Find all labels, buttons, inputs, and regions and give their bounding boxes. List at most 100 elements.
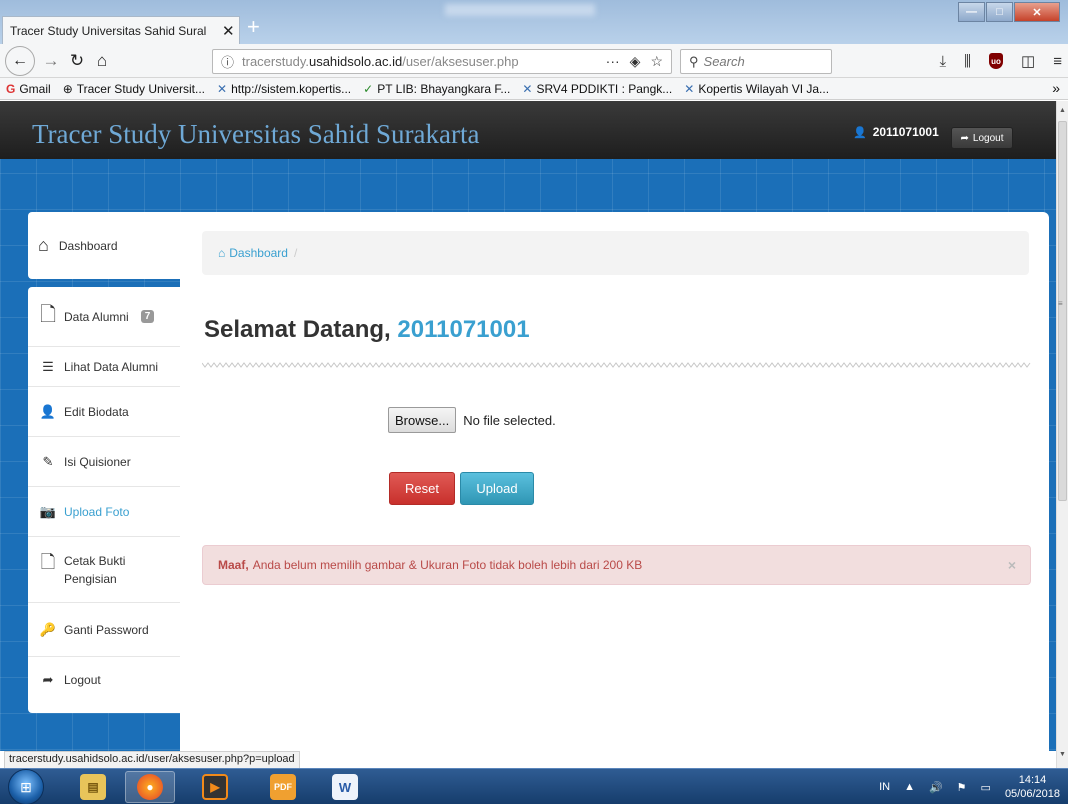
site-header: Tracer Study Universitas Sahid Surakarta…	[0, 101, 1056, 159]
bookmark-label: Tracer Study Universit...	[76, 81, 206, 96]
search-icon: ⚲	[689, 53, 699, 69]
sidebar-item-lihat-data-alumni[interactable]: ☰ Lihat Data Alumni	[28, 347, 180, 387]
ublock-icon[interactable]: uo	[989, 53, 1004, 69]
taskbar-pdf[interactable]: PDF	[258, 771, 308, 803]
status-url: tracerstudy.usahidsolo.ac.id/user/aksesu…	[4, 751, 300, 768]
kopertis-icon: ✕	[217, 81, 228, 96]
action-center-icon[interactable]: ▭	[981, 781, 991, 794]
sidebar-toggle-icon[interactable]: ◫	[1021, 52, 1035, 70]
titlebar-blur	[445, 4, 595, 16]
download-icon[interactable]: ⤓	[940, 53, 947, 70]
language-indicator[interactable]: IN	[879, 781, 890, 793]
bookmark-item[interactable]: ✕ SRV4 PDDIKTI : Pangk...	[522, 82, 672, 96]
browse-button[interactable]: Browse...	[388, 407, 457, 433]
library-icon[interactable]: ⫼	[964, 53, 971, 70]
breadcrumb-dashboard-link[interactable]: ⌂ Dashboard	[218, 246, 288, 260]
tab-close-icon[interactable]: ✕	[222, 22, 235, 40]
scroll-grip-icon: ≡	[1058, 299, 1063, 308]
sidebar-menu: 🗋 Data Alumni 7 ☰ Lihat Data Alumni 👤 Ed…	[28, 287, 180, 713]
bookmark-item[interactable]: ✕ http://sistem.kopertis...	[217, 82, 351, 96]
bookmark-label: PT LIB: Bhayangkara F...	[377, 81, 511, 96]
search-placeholder: Search	[703, 54, 745, 69]
bookmark-star-icon[interactable]: ☆	[650, 53, 663, 70]
taskbar-firefox[interactable]: ●	[125, 771, 175, 803]
reset-button[interactable]: Reset	[389, 472, 455, 505]
folder-icon: ▤	[80, 774, 106, 800]
list-icon: ☰	[42, 358, 54, 374]
sidebar-item-upload-foto[interactable]: 📷 Upload Foto	[28, 487, 180, 537]
network-icon[interactable]: ⚑	[957, 781, 967, 794]
sidebar-item-label: Edit Biodata	[64, 404, 129, 419]
toolbar-right: ⤓ ⫼ uo ◫ ≡	[940, 52, 1063, 71]
taskbar-explorer[interactable]: ▤	[68, 771, 118, 803]
sidebar-item-label: Isi Quisioner	[64, 454, 131, 469]
taskbar-word[interactable]: W	[320, 771, 370, 803]
url-domain: usahidsolo.ac.id	[308, 54, 403, 69]
volume-icon[interactable]: 🔊	[929, 781, 943, 794]
pdf-icon: PDF	[270, 774, 296, 800]
alert-message: Anda belum memilih gambar & Ukuran Foto …	[252, 558, 643, 572]
scrollbar-thumb[interactable]	[1058, 121, 1067, 501]
bookmark-label: http://sistem.kopertis...	[231, 81, 352, 96]
bookmark-item[interactable]: ✕ Kopertis Wilayah VI Ja...	[684, 82, 829, 96]
sidebar-item-data-alumni[interactable]: 🗋 Data Alumni 7	[28, 287, 180, 347]
sidebar-item-ganti-password[interactable]: 🔑 Ganti Password	[28, 603, 180, 657]
close-icon[interactable]: ×	[1008, 557, 1016, 573]
sidebar-item-edit-biodata[interactable]: 👤 Edit Biodata	[28, 387, 180, 437]
page-scrollbar[interactable]: ▲ ≡ ▼	[1056, 101, 1068, 768]
clock[interactable]: 14:14 05/06/2018	[1005, 773, 1060, 801]
scroll-down-icon[interactable]: ▼	[1059, 751, 1066, 758]
site-info-icon[interactable]: ⓘ	[221, 52, 234, 71]
url-actions: ··· ◈ ☆	[606, 53, 663, 70]
bookmark-item[interactable]: G Gmail	[6, 82, 51, 96]
menu-icon[interactable]: ≡	[1053, 53, 1062, 70]
sidebar-item-logout[interactable]: ➦ Logout	[28, 657, 180, 703]
close-window-button[interactable]: ✕	[1014, 2, 1060, 22]
runner-icon: ✓	[363, 81, 374, 96]
clock-time: 14:14	[1018, 774, 1047, 786]
search-input[interactable]: ⚲ Search	[680, 49, 832, 74]
new-tab-button[interactable]: +	[247, 16, 260, 38]
url-bar[interactable]: ⓘ tracerstudy.usahidsolo.ac.id/user/akse…	[212, 49, 672, 74]
main-panel: ⌂ Dashboard / Selamat Datang, 2011071001…	[180, 212, 1049, 751]
sidebar: ⌂ Dashboard 🗋 Data Alumni 7 ☰ Lihat Data…	[28, 212, 180, 713]
logout-button[interactable]: ➦ Logout	[951, 127, 1013, 149]
current-user[interactable]: 👤 2011071001	[853, 125, 939, 139]
reload-icon: ↻	[69, 51, 85, 70]
sidebar-item-dashboard[interactable]: ⌂ Dashboard	[28, 212, 180, 279]
forward-button[interactable]: →	[40, 49, 62, 73]
maximize-button[interactable]: □	[986, 2, 1013, 22]
divider	[202, 362, 1031, 368]
taskbar-media-player[interactable]: ▶	[190, 771, 240, 803]
tray-expand-icon[interactable]: ▲	[904, 781, 915, 793]
page-actions-icon[interactable]: ···	[606, 53, 620, 70]
pocket-icon[interactable]: ◈	[630, 53, 641, 70]
bookmarks-bar: G Gmail ⊕ Tracer Study Universit... ✕ http:…	[0, 78, 1068, 100]
key-icon: 🔑	[39, 621, 57, 637]
url-path: /user/aksesuser.php	[402, 54, 519, 69]
sidebar-item-label: Lihat Data Alumni	[64, 359, 159, 374]
breadcrumb: ⌂ Dashboard /	[202, 231, 1029, 275]
welcome-prefix: Selamat Datang,	[204, 316, 391, 343]
start-button[interactable]: ⊞	[8, 769, 44, 804]
bookmark-item[interactable]: ✓ PT LIB: Bhayangkara F...	[363, 82, 510, 96]
sidebar-item-isi-quisioner[interactable]: ✎ Isi Quisioner	[28, 437, 180, 487]
tab-title: Tracer Study Universitas Sahid Sural	[10, 23, 207, 38]
site-title[interactable]: Tracer Study Universitas Sahid Surakarta	[32, 119, 479, 150]
home-button[interactable]: ⌂	[90, 49, 114, 73]
share-icon: ➦	[42, 672, 54, 687]
bookmark-item[interactable]: ⊕ Tracer Study Universit...	[63, 82, 205, 96]
bookmarks-overflow-icon[interactable]: »	[1052, 80, 1060, 96]
sidebar-item-cetak-bukti[interactable]: 🗋 Cetak Bukti Pengisian	[28, 537, 180, 603]
scroll-up-icon[interactable]: ▲	[1059, 107, 1066, 114]
bookmark-label: SRV4 PDDIKTI : Pangk...	[536, 81, 673, 96]
browser-tab[interactable]: Tracer Study Universitas Sahid Sural ✕	[2, 16, 240, 44]
reload-button[interactable]: ↻	[66, 49, 88, 73]
minimize-button[interactable]: —	[958, 2, 985, 22]
url-text[interactable]: tracerstudy.usahidsolo.ac.id/user/aksesu…	[242, 54, 572, 69]
document-icon: 🗋	[40, 552, 56, 572]
back-button[interactable]: ←	[5, 46, 35, 76]
alert-title: Maaf,	[218, 558, 249, 572]
browser-navbar: ← → ↻ ⌂ ⓘ tracerstudy.usahidsolo.ac.id/u…	[0, 44, 1068, 78]
upload-button[interactable]: Upload	[460, 472, 534, 505]
